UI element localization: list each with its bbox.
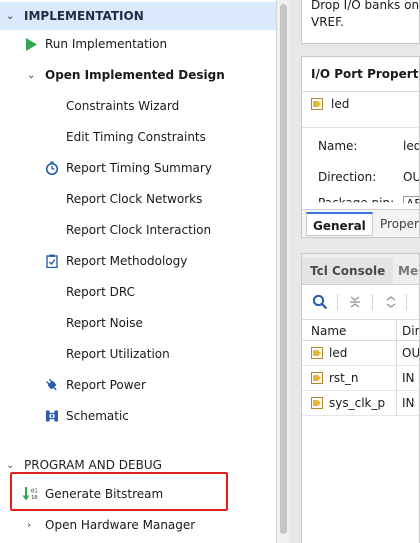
toolbar-separator (372, 294, 373, 310)
port-icon (311, 98, 323, 110)
tab-tcl-console[interactable]: Tcl Console (302, 258, 394, 284)
port-icon (311, 347, 323, 359)
open-implemented-design-item[interactable]: ⌄ Open Implemented Design (0, 61, 276, 89)
report-power-item[interactable]: Report Power (0, 371, 276, 399)
info-text-line-2: VREF. (311, 15, 344, 29)
navigator-scrollbar[interactable] (276, 0, 290, 543)
info-panel: Drop I/O banks on v VREF. (301, 0, 420, 44)
report-drc-item[interactable]: Report DRC (0, 278, 276, 306)
run-implementation-label: Run Implementation (45, 37, 168, 51)
table-header: Name Dir (302, 319, 419, 341)
tab-properties[interactable]: Propert (374, 212, 419, 236)
constraints-wizard-item[interactable]: Constraints Wizard (0, 92, 276, 120)
program-debug-header-label: PROGRAM AND DEBUG (24, 458, 162, 472)
chevron-down-icon[interactable]: ⌄ (6, 460, 16, 471)
console-toolbar (302, 285, 419, 319)
io-port-properties-title: I/O Port Properties (311, 67, 419, 81)
properties-tab-bar: General Propert (302, 209, 419, 237)
port-direction: OU (402, 346, 420, 360)
divider (302, 127, 419, 128)
clipboard-check-icon (45, 254, 59, 268)
tab-general[interactable]: General (306, 212, 373, 236)
prop-direction-label: Direction: (318, 170, 377, 184)
io-port-properties-panel: I/O Port Properties led Name: led Direct… (301, 56, 420, 238)
open-hardware-manager-label: Open Hardware Manager (45, 518, 196, 532)
edit-timing-constraints-item[interactable]: Edit Timing Constraints (0, 123, 276, 151)
console-panel: Tcl Console Mes Name Dir led OU (301, 253, 420, 543)
report-noise-label: Report Noise (66, 316, 143, 330)
scrollbar-thumb[interactable] (280, 4, 287, 534)
prop-package-pin-label: Package pin: (318, 196, 395, 210)
expand-all-icon[interactable] (382, 293, 400, 311)
tab-messages[interactable]: Mes (390, 258, 419, 284)
chevron-down-icon[interactable]: ⌄ (6, 11, 16, 22)
port-direction: IN (402, 371, 415, 385)
run-implementation-item[interactable]: Run Implementation (0, 30, 276, 58)
schematic-label: Schematic (66, 409, 129, 423)
power-plug-icon (45, 378, 59, 392)
prop-direction-value[interactable]: OU (403, 170, 419, 184)
port-name: rst_n (329, 371, 359, 385)
report-clock-networks-label: Report Clock Networks (66, 192, 203, 206)
selected-object: led (311, 97, 349, 111)
schematic-icon (45, 409, 59, 423)
report-power-label: Report Power (66, 378, 146, 392)
table-row[interactable]: rst_n IN (302, 366, 419, 391)
report-utilization-item[interactable]: Report Utilization (0, 340, 276, 368)
report-drc-label: Report DRC (66, 285, 135, 299)
search-icon[interactable] (311, 293, 329, 311)
schematic-item[interactable]: Schematic (0, 402, 276, 430)
port-name: sys_clk_p (329, 396, 386, 410)
clock-icon (45, 161, 59, 175)
annotation-highlight-box (10, 472, 228, 511)
report-clock-networks-item[interactable]: Report Clock Networks (0, 185, 276, 213)
info-text-line-1: Drop I/O banks on v (311, 0, 420, 12)
report-clock-interaction-item[interactable]: Report Clock Interaction (0, 216, 276, 244)
port-icon (311, 372, 323, 384)
column-header-name[interactable]: Name (311, 324, 346, 338)
report-utilization-label: Report Utilization (66, 347, 170, 361)
prop-name-value[interactable]: led (403, 139, 419, 153)
table-row[interactable]: led OU (302, 341, 420, 366)
column-header-direction[interactable]: Dir (402, 324, 419, 338)
flow-navigator: ⌄ IMPLEMENTATION Run Implementation ⌄ Op… (0, 0, 276, 543)
port-name-cell: sys_clk_p (311, 396, 385, 410)
column-divider (396, 319, 397, 417)
port-name-cell: rst_n (311, 371, 359, 385)
port-name: led (329, 346, 348, 360)
play-icon (24, 37, 38, 51)
implementation-header-label: IMPLEMENTATION (24, 9, 144, 23)
prop-name-label: Name: (318, 139, 358, 153)
implementation-section-header[interactable]: ⌄ IMPLEMENTATION (0, 2, 276, 30)
report-methodology-label: Report Methodology (66, 254, 188, 268)
edit-timing-constraints-label: Edit Timing Constraints (66, 130, 206, 144)
console-tab-bar: Tcl Console Mes (302, 254, 419, 285)
port-icon (311, 397, 323, 409)
report-noise-item[interactable]: Report Noise (0, 309, 276, 337)
port-direction: IN (402, 396, 415, 410)
selected-object-name: led (331, 97, 350, 111)
report-clock-interaction-label: Report Clock Interaction (66, 223, 212, 237)
port-name-cell: led (311, 346, 347, 360)
chevron-down-icon[interactable]: ⌄ (27, 70, 35, 81)
divider (302, 91, 419, 92)
constraints-wizard-label: Constraints Wizard (66, 99, 180, 113)
toolbar-separator (406, 294, 407, 310)
report-timing-summary-label: Report Timing Summary (66, 161, 212, 175)
report-timing-summary-item[interactable]: Report Timing Summary (0, 154, 276, 182)
collapse-all-icon[interactable] (346, 293, 364, 311)
open-implemented-design-label: Open Implemented Design (45, 68, 225, 82)
toolbar-separator (337, 294, 338, 310)
table-row[interactable]: sys_clk_p IN (302, 391, 419, 416)
open-hardware-manager-item[interactable]: › Open Hardware Manager (0, 511, 276, 539)
chevron-right-icon[interactable]: › (27, 520, 31, 531)
report-methodology-item[interactable]: Report Methodology (0, 247, 276, 275)
